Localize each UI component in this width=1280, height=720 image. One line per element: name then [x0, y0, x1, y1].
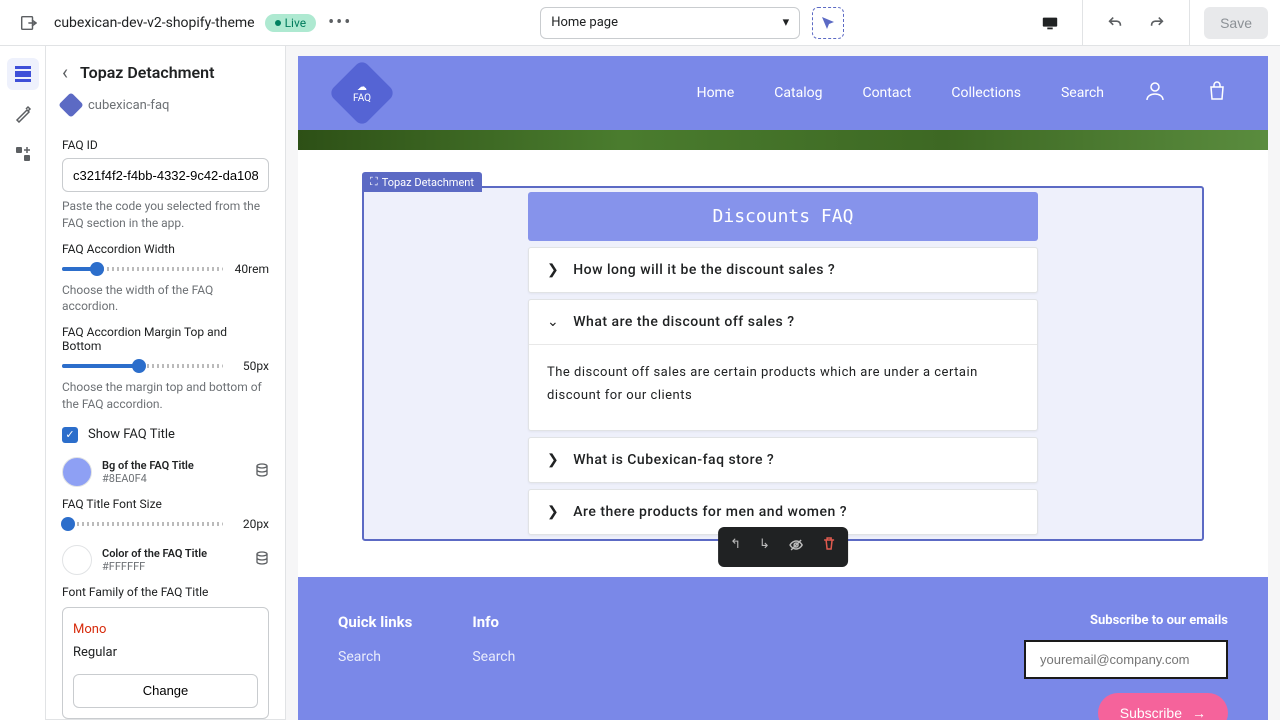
- faq-block-selected[interactable]: Discounts FAQ ❯How long will it be the d…: [362, 186, 1204, 541]
- nav-home[interactable]: Home: [697, 85, 735, 101]
- nav-catalog[interactable]: Catalog: [774, 85, 822, 101]
- dynamic-source-icon[interactable]: [255, 551, 269, 569]
- hero-image: [298, 130, 1268, 150]
- change-font-button[interactable]: Change: [73, 674, 258, 708]
- save-button[interactable]: Save: [1204, 7, 1268, 39]
- page-selector[interactable]: Home page ▾: [540, 7, 800, 39]
- rail-theme-settings[interactable]: [7, 98, 39, 130]
- faq-id-help: Paste the code you selected from the FAQ…: [62, 198, 269, 232]
- show-title-checkbox[interactable]: ✓: [62, 427, 78, 443]
- app-block-tag: cubexican-faq: [46, 92, 285, 128]
- title-color-swatch[interactable]: [62, 545, 92, 575]
- delete-button[interactable]: [818, 533, 840, 561]
- email-input[interactable]: [1024, 640, 1228, 679]
- rail-apps[interactable]: [7, 138, 39, 170]
- width-label: FAQ Accordion Width: [62, 242, 269, 256]
- chevron-right-icon: ❯: [547, 452, 559, 468]
- chevron-down-icon: ⌄: [547, 314, 559, 330]
- dynamic-source-icon[interactable]: [255, 463, 269, 481]
- faq-item-open[interactable]: ⌄What are the discount off sales ? The d…: [528, 299, 1038, 431]
- subscribe-button[interactable]: Subscribe →: [1098, 693, 1228, 720]
- theme-name: cubexican-dev-v2-shopify-theme: [54, 15, 255, 31]
- bg-color-swatch[interactable]: [62, 457, 92, 487]
- cart-icon[interactable]: [1206, 80, 1228, 106]
- footer-link-search[interactable]: Search: [338, 649, 412, 665]
- back-button[interactable]: ‹: [62, 60, 68, 84]
- storefront-footer: Quick links Search Info Search Subscribe…: [298, 577, 1268, 720]
- undo-button[interactable]: [1097, 5, 1133, 41]
- faq-id-label: FAQ ID: [62, 138, 269, 152]
- storefront-nav: ☁FAQ Home Catalog Contact Collections Se…: [298, 56, 1268, 130]
- font-option-mono[interactable]: Mono: [73, 618, 258, 641]
- move-up-button[interactable]: ↰: [726, 533, 745, 561]
- margin-label: FAQ Accordion Margin Top and Bottom: [62, 325, 269, 353]
- margin-slider[interactable]: [62, 364, 223, 368]
- width-slider[interactable]: [62, 267, 223, 271]
- diamond-icon: [58, 92, 83, 117]
- chevron-right-icon: ❯: [547, 262, 559, 278]
- faq-id-input[interactable]: [62, 158, 269, 192]
- live-badge: Live: [265, 14, 316, 32]
- nav-search[interactable]: Search: [1061, 85, 1104, 101]
- chevron-right-icon: ❯: [547, 504, 559, 520]
- chevron-down-icon: ▾: [783, 15, 790, 30]
- arrow-right-icon: →: [1192, 705, 1206, 720]
- move-down-button[interactable]: ↳: [755, 533, 774, 561]
- faq-item[interactable]: ❯What is Cubexican-faq store ?: [528, 437, 1038, 483]
- block-selection-label: ⛶Topaz Detachment: [362, 172, 482, 192]
- hide-button[interactable]: [784, 533, 808, 561]
- store-logo[interactable]: ☁FAQ: [328, 59, 396, 127]
- font-option-regular[interactable]: Regular: [73, 641, 258, 664]
- rail-sections[interactable]: [7, 58, 39, 90]
- faq-answer: The discount off sales are certain produ…: [529, 344, 1037, 430]
- redo-button[interactable]: [1139, 5, 1175, 41]
- inspector-toggle[interactable]: [812, 7, 844, 39]
- more-button[interactable]: •••: [328, 12, 352, 33]
- font-family-picker: Mono Regular Change: [62, 607, 269, 719]
- faq-title: Discounts FAQ: [528, 192, 1038, 241]
- exit-button[interactable]: [12, 7, 44, 39]
- viewport-desktop-button[interactable]: [1032, 5, 1068, 41]
- font-size-slider[interactable]: [62, 522, 223, 526]
- footer-link-search[interactable]: Search: [472, 649, 515, 665]
- nav-contact[interactable]: Contact: [862, 85, 911, 101]
- account-icon[interactable]: [1144, 80, 1166, 106]
- nav-collections[interactable]: Collections: [951, 85, 1021, 101]
- section-title: Topaz Detachment: [80, 63, 214, 82]
- context-toolbar: ↰ ↳: [718, 527, 848, 567]
- faq-item[interactable]: ❯How long will it be the discount sales …: [528, 247, 1038, 293]
